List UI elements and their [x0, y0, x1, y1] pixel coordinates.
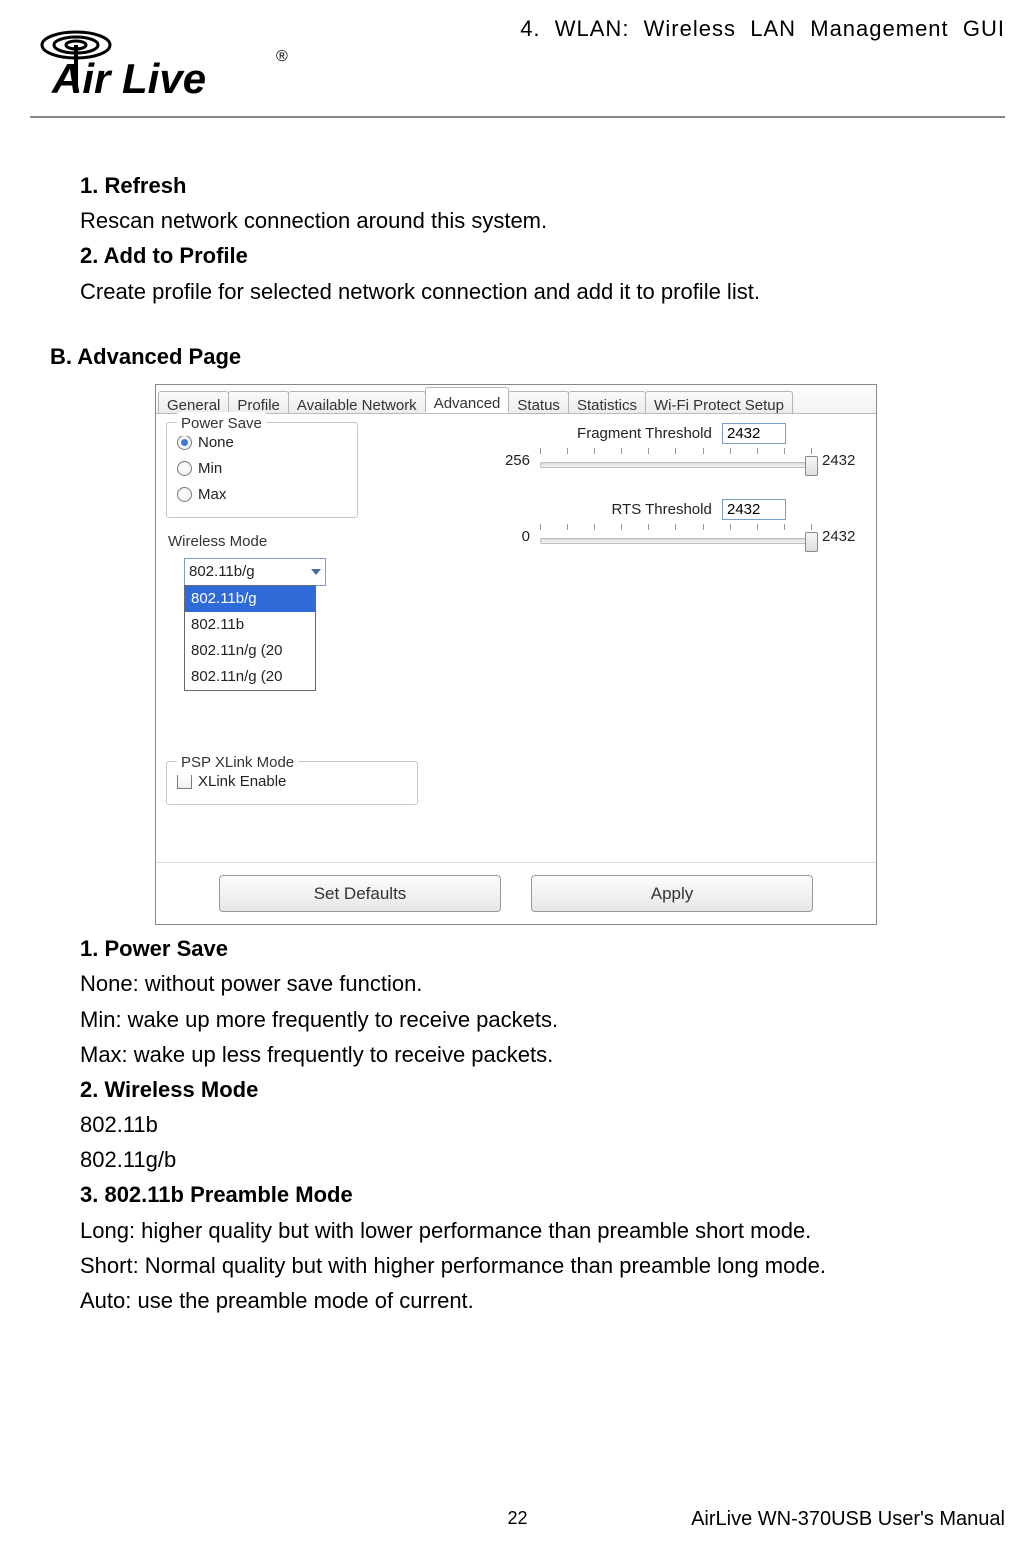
fragment-threshold-block: Fragment Threshold 256 2432: [486, 422, 866, 474]
svg-text:®: ®: [276, 48, 288, 65]
radio-none[interactable]: [177, 435, 192, 450]
chevron-down-icon: [311, 569, 321, 575]
rts-label: RTS Threshold: [612, 501, 712, 518]
preamble-auto-text: Auto: use the preamble mode of current.: [80, 1283, 995, 1318]
powersave-doc-heading: 1. Power Save: [80, 931, 995, 966]
wireless-mode-combo[interactable]: 802.11b/g: [184, 558, 326, 586]
header-rule: [30, 116, 1005, 118]
tab-available-network[interactable]: Available Network: [288, 391, 426, 413]
tab-statistics[interactable]: Statistics: [568, 391, 646, 413]
radio-min-row[interactable]: Min: [177, 457, 347, 481]
rts-slider-row: 0 2432: [486, 524, 866, 550]
xlink-legend: PSP XLink Mode: [177, 751, 298, 775]
wireless-mode-option-2[interactable]: 802.11b: [185, 612, 315, 638]
wireless-mode-option-1[interactable]: 802.11b/g: [185, 586, 315, 612]
wireless-mode-selected: 802.11b/g: [189, 560, 255, 584]
radio-min[interactable]: [177, 461, 192, 476]
screenshot-footer: Set Defaults Apply: [156, 862, 876, 924]
tab-profile[interactable]: Profile: [228, 391, 289, 413]
page-footer: 22 AirLive WN-370USB User's Manual: [0, 1508, 1035, 1531]
apply-button[interactable]: Apply: [531, 875, 813, 912]
preamble-short-text: Short: Normal quality but with higher pe…: [80, 1248, 995, 1283]
wireless-mode-option-3[interactable]: 802.11n/g (20: [185, 638, 315, 664]
powersave-max-text: Max: wake up less frequently to receive …: [80, 1037, 995, 1072]
tab-wps[interactable]: Wi-Fi Protect Setup: [645, 391, 793, 413]
fragment-slider-row: 256 2432: [486, 448, 866, 474]
wireless-mode-label: Wireless Mode: [168, 530, 466, 554]
airlive-logo-icon: Air Live ®: [30, 15, 290, 105]
fragment-max: 2432: [822, 449, 866, 473]
document-page: Air Live ® 4. WLAN: Wireless LAN Managem…: [0, 0, 1035, 1557]
tab-general[interactable]: General: [158, 391, 229, 413]
rts-min: 0: [486, 525, 530, 549]
refresh-heading: 1. Refresh: [80, 168, 995, 203]
radio-max-row[interactable]: Max: [177, 483, 347, 507]
powersave-none-text: None: without power save function.: [80, 966, 995, 1001]
radio-min-label: Min: [198, 457, 222, 481]
fragment-slider[interactable]: [540, 448, 812, 474]
screenshot-body: Power Save None Min Max: [156, 414, 876, 862]
page-header: Air Live ® 4. WLAN: Wireless LAN Managem…: [30, 10, 1005, 110]
fragment-label: Fragment Threshold: [577, 425, 712, 442]
add-profile-text: Create profile for selected network conn…: [80, 274, 995, 309]
tab-status[interactable]: Status: [508, 391, 569, 413]
fragment-slider-thumb[interactable]: [805, 456, 818, 476]
rts-max: 2432: [822, 525, 866, 549]
add-profile-heading: 2. Add to Profile: [80, 238, 995, 273]
set-defaults-button[interactable]: Set Defaults: [219, 875, 501, 912]
fragment-min: 256: [486, 449, 530, 473]
rts-label-row: RTS Threshold: [486, 498, 866, 522]
section-b-heading: B. Advanced Page: [50, 339, 995, 374]
radio-max-label: Max: [198, 483, 226, 507]
rts-value-input[interactable]: [722, 499, 786, 520]
wmode-doc-heading: 2. Wireless Mode: [80, 1072, 995, 1107]
preamble-doc-heading: 3. 802.11b Preamble Mode: [80, 1177, 995, 1212]
tab-advanced[interactable]: Advanced: [425, 387, 510, 413]
tab-bar: General Profile Available Network Advanc…: [156, 385, 876, 414]
xlink-checkbox[interactable]: [177, 774, 192, 789]
advanced-page-screenshot: General Profile Available Network Advanc…: [155, 384, 877, 925]
wmode-2-text: 802.11g/b: [80, 1142, 995, 1177]
wireless-mode-option-4[interactable]: 802.11n/g (20: [185, 664, 315, 690]
rts-threshold-block: RTS Threshold 0 2432: [486, 498, 866, 550]
wireless-mode-dropdown[interactable]: 802.11b/g 802.11b 802.11n/g (20 802.11n/…: [184, 585, 316, 691]
wmode-1-text: 802.11b: [80, 1107, 995, 1142]
body-content: 1. Refresh Rescan network connection aro…: [30, 168, 1005, 1318]
manual-title: AirLive WN-370USB User's Manual: [691, 1508, 1005, 1531]
right-column: Fragment Threshold 256 2432: [466, 422, 866, 852]
powersave-group: Power Save None Min Max: [166, 422, 358, 518]
powersave-legend: Power Save: [177, 412, 266, 436]
fragment-value-input[interactable]: [722, 423, 786, 444]
powersave-min-text: Min: wake up more frequently to receive …: [80, 1002, 995, 1037]
rts-slider[interactable]: [540, 524, 812, 550]
preamble-long-text: Long: higher quality but with lower perf…: [80, 1213, 995, 1248]
left-column: Power Save None Min Max: [166, 422, 466, 852]
radio-max[interactable]: [177, 487, 192, 502]
refresh-text: Rescan network connection around this sy…: [80, 203, 995, 238]
xlink-group: PSP XLink Mode XLink Enable: [166, 761, 418, 805]
logo: Air Live ®: [30, 10, 300, 110]
chapter-title: 4. WLAN: Wireless LAN Management GUI: [520, 10, 1005, 42]
fragment-label-row: Fragment Threshold: [486, 422, 866, 446]
rts-slider-thumb[interactable]: [805, 532, 818, 552]
page-number: 22: [468, 1508, 568, 1529]
svg-text:Air Live: Air Live: [51, 55, 206, 102]
